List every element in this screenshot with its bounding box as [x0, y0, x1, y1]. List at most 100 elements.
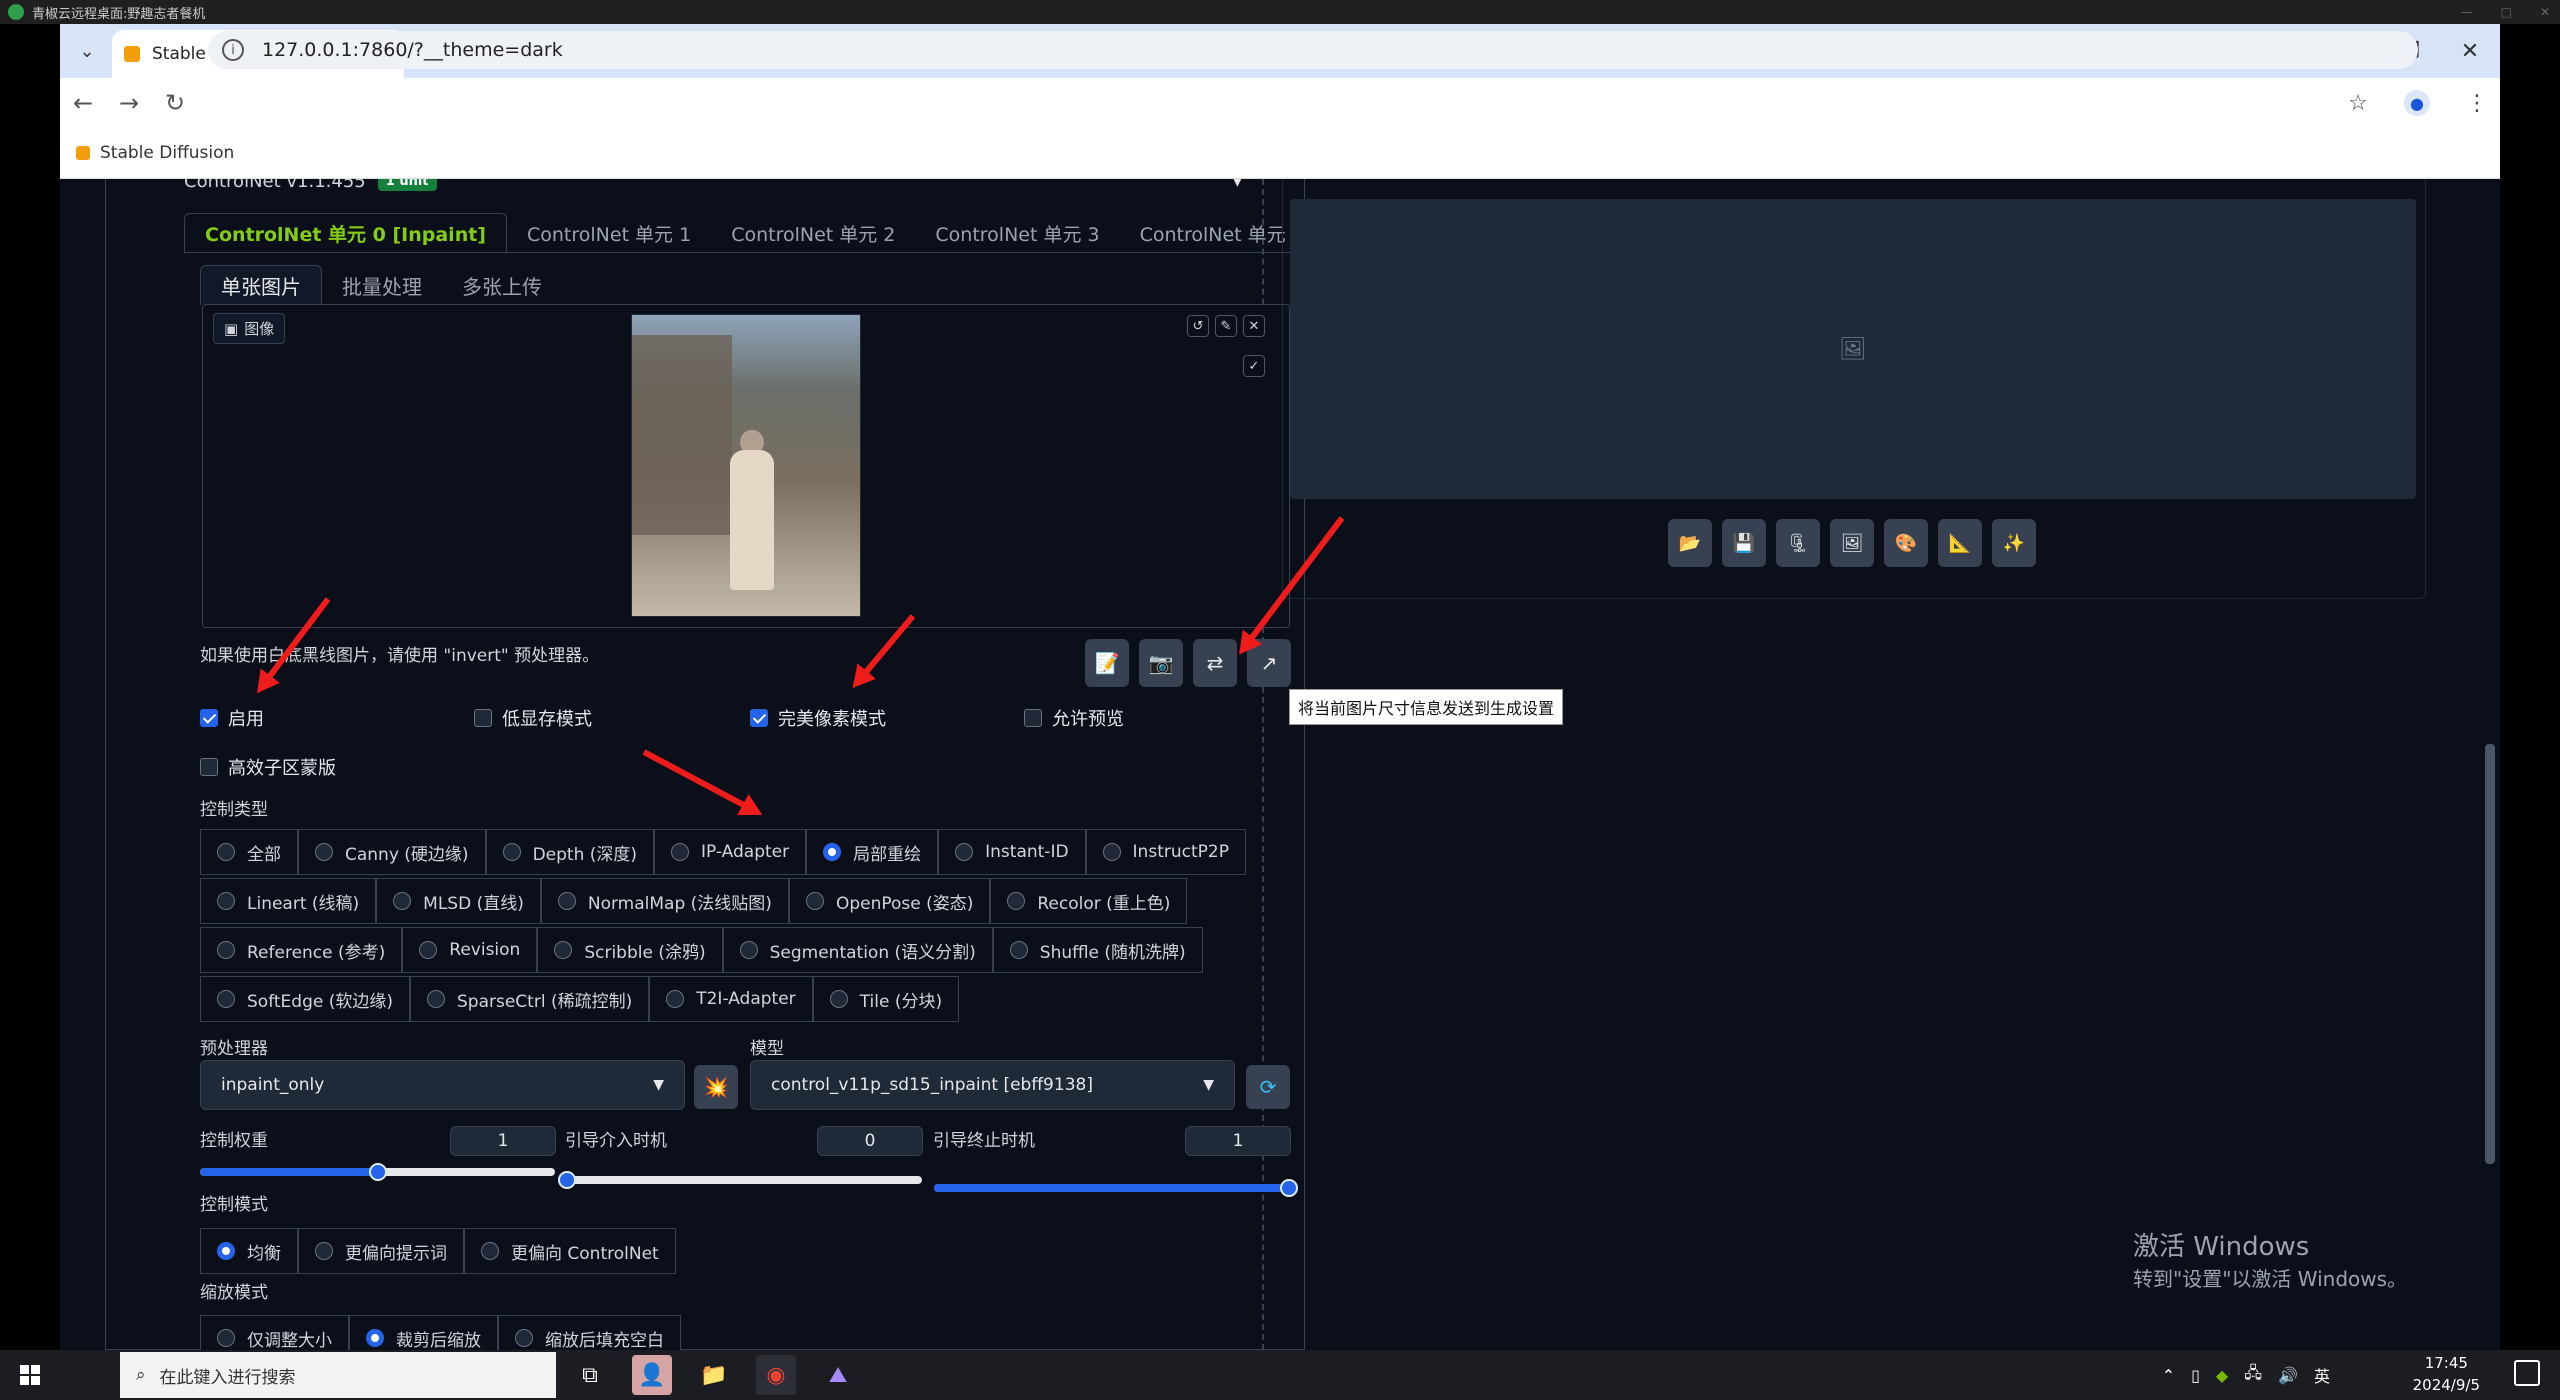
tab-single-image[interactable]: 单张图片	[200, 265, 322, 305]
mode-controlnet[interactable]: 更偏向 ControlNet	[464, 1228, 676, 1274]
weight-slider[interactable]	[200, 1163, 555, 1181]
save-icon[interactable]: 💾	[1722, 519, 1766, 567]
sparkle-icon[interactable]: ✨	[1992, 519, 2036, 567]
nvidia-icon[interactable]: ◆	[2216, 1366, 2228, 1385]
open-folder-icon[interactable]: 📂	[1668, 519, 1712, 567]
scrollbar-thumb[interactable]	[2485, 744, 2495, 1164]
tab-unit-2[interactable]: ControlNet 单元 2	[711, 213, 915, 253]
hr-mask-box[interactable]	[200, 758, 218, 776]
uploaded-photo[interactable]	[631, 314, 861, 617]
brush-icon[interactable]: ✓	[1243, 355, 1265, 377]
allow-preview-checkbox[interactable]: 允许预览	[1024, 705, 1124, 731]
image-input-area[interactable]: ▣ 图像 ↺ ✎ ✕ ✓	[202, 304, 1290, 628]
controlnet-header[interactable]: ControlNet v1.1.455 1 unit	[184, 179, 437, 192]
tab-unit-3[interactable]: ControlNet 单元 3	[915, 213, 1119, 253]
type-option[interactable]: Scribble (涂鸦)	[537, 927, 723, 973]
camera-icon[interactable]: 📷	[1139, 639, 1183, 687]
mode-balanced[interactable]: 均衡	[200, 1228, 298, 1274]
type-option[interactable]: IP-Adapter	[654, 829, 807, 875]
hr-mask-checkbox[interactable]: 高效子区蒙版	[200, 754, 336, 780]
app-icon-avatar[interactable]: 👤	[632, 1355, 672, 1395]
task-view-icon[interactable]: ⧉	[570, 1355, 610, 1395]
chrome-icon[interactable]: ◉	[756, 1355, 796, 1395]
allow-preview-box[interactable]	[1024, 709, 1042, 727]
remote-window-controls[interactable]: — □ ✕	[2461, 0, 2550, 24]
type-option[interactable]: Shuffle (随机洗牌)	[992, 927, 1203, 973]
type-option[interactable]: Tile (分块)	[812, 976, 960, 1022]
bookmark-star-icon[interactable]: ☆	[2348, 91, 2368, 116]
type-option[interactable]: SoftEdge (软边缘)	[200, 976, 410, 1022]
collapse-icon[interactable]: ▼	[1232, 179, 1243, 189]
send-to-extras-icon[interactable]: 📐	[1938, 519, 1982, 567]
start-button[interactable]	[0, 1350, 60, 1400]
type-option[interactable]: Reference (参考)	[200, 927, 403, 973]
type-option[interactable]: Canny (硬边缘)	[298, 829, 486, 875]
type-option[interactable]: NormalMap (法线贴图)	[540, 878, 789, 924]
start-input[interactable]: 0	[817, 1126, 923, 1156]
type-option[interactable]: OpenPose (姿态)	[788, 878, 991, 924]
send-to-inpaint-icon[interactable]: 🎨	[1884, 519, 1928, 567]
preprocessor-select[interactable]: inpaint_only ▼	[200, 1060, 685, 1110]
pixel-perfect-box[interactable]	[750, 709, 768, 727]
undo-icon[interactable]: ↺	[1187, 315, 1209, 337]
pixel-perfect-checkbox[interactable]: 完美像素模式	[750, 705, 886, 731]
send-to-img2img-icon[interactable]: 🖼	[1830, 519, 1874, 567]
tab-unit-0[interactable]: ControlNet 单元 0 [Inpaint]	[184, 213, 507, 253]
end-input[interactable]: 1	[1185, 1126, 1291, 1156]
tab-multi-upload[interactable]: 多张上传	[442, 265, 562, 305]
zip-icon[interactable]: 🗜	[1776, 519, 1820, 567]
file-explorer-icon[interactable]: 📁	[694, 1355, 734, 1395]
run-preprocessor-icon[interactable]: 💥	[694, 1065, 738, 1109]
edit-icon[interactable]: ✎	[1215, 315, 1237, 337]
lowvram-box[interactable]	[474, 709, 492, 727]
weight-input[interactable]: 1	[450, 1126, 556, 1156]
notification-icon[interactable]	[2514, 1360, 2540, 1386]
ime-indicator[interactable]: 英	[2314, 1363, 2330, 1387]
model-select[interactable]: control_v11p_sd15_inpaint [ebff9138] ▼	[750, 1060, 1235, 1110]
resize-only[interactable]: 仅调整大小	[200, 1315, 349, 1350]
type-option[interactable]: SparseCtrl (稀疏控制)	[410, 976, 650, 1022]
type-option[interactable]: Instant-ID	[938, 829, 1086, 875]
back-icon[interactable]: ←	[60, 89, 106, 117]
enable-box[interactable]	[200, 709, 218, 727]
clock[interactable]: 17:45 2024/9/5	[2413, 1352, 2480, 1396]
type-option[interactable]: InstructP2P	[1085, 829, 1246, 875]
type-option[interactable]: T2I-Adapter	[649, 976, 813, 1022]
mode-prompt[interactable]: 更偏向提示词	[298, 1228, 464, 1274]
enable-checkbox[interactable]: 启用	[200, 705, 264, 731]
tab-batch[interactable]: 批量处理	[322, 265, 442, 305]
output-gallery[interactable]: 🖼	[1290, 199, 2416, 499]
bookmark-item[interactable]: Stable Diffusion	[100, 143, 234, 163]
type-option[interactable]: Revision	[402, 927, 538, 973]
battery-icon[interactable]: ▯	[2191, 1366, 2200, 1385]
tab-unit-1[interactable]: ControlNet 单元 1	[507, 213, 711, 253]
type-option[interactable]: Recolor (重上色)	[990, 878, 1188, 924]
type-option[interactable]: Depth (深度)	[485, 829, 655, 875]
type-option[interactable]: 全部	[200, 829, 298, 875]
lowvram-checkbox[interactable]: 低显存模式	[474, 705, 592, 731]
type-option[interactable]: MLSD (直线)	[376, 878, 541, 924]
start-slider[interactable]	[558, 1171, 922, 1189]
clear-icon[interactable]: ✕	[1243, 315, 1265, 337]
end-slider[interactable]	[934, 1179, 1298, 1197]
crop-resize[interactable]: 裁剪后缩放	[349, 1315, 498, 1350]
resize-fill[interactable]: 缩放后填充空白	[498, 1315, 681, 1350]
reload-icon[interactable]: ↻	[152, 89, 198, 117]
site-info-icon[interactable]: i	[222, 39, 244, 61]
volume-icon[interactable]: 🔊	[2278, 1366, 2298, 1385]
forward-icon[interactable]: →	[106, 89, 152, 117]
network-icon[interactable]: 🖧	[2244, 1362, 2262, 1389]
tab-search-icon[interactable]: ⌄	[72, 36, 102, 66]
new-canvas-icon[interactable]: 📝	[1085, 639, 1129, 687]
menu-icon[interactable]: ⋮	[2466, 91, 2488, 116]
taskbar-search[interactable]: ⌕ 在此键入进行搜索	[120, 1352, 556, 1398]
tray-chevron-icon[interactable]: ⌃	[2162, 1366, 2175, 1385]
profile-icon[interactable]: ●	[2404, 90, 2430, 116]
address-bar[interactable]: i 127.0.0.1:7860/?__theme=dark	[208, 31, 2418, 69]
refresh-models-icon[interactable]: ⟳	[1246, 1065, 1290, 1109]
type-option[interactable]: Lineart (线稿)	[200, 878, 377, 924]
close-window-icon[interactable]: ✕	[2440, 24, 2500, 78]
type-option-selected[interactable]: 局部重绘	[806, 829, 939, 875]
type-option[interactable]: Segmentation (语义分割)	[722, 927, 993, 973]
app-icon-mountain[interactable]: ⛰	[818, 1355, 858, 1395]
